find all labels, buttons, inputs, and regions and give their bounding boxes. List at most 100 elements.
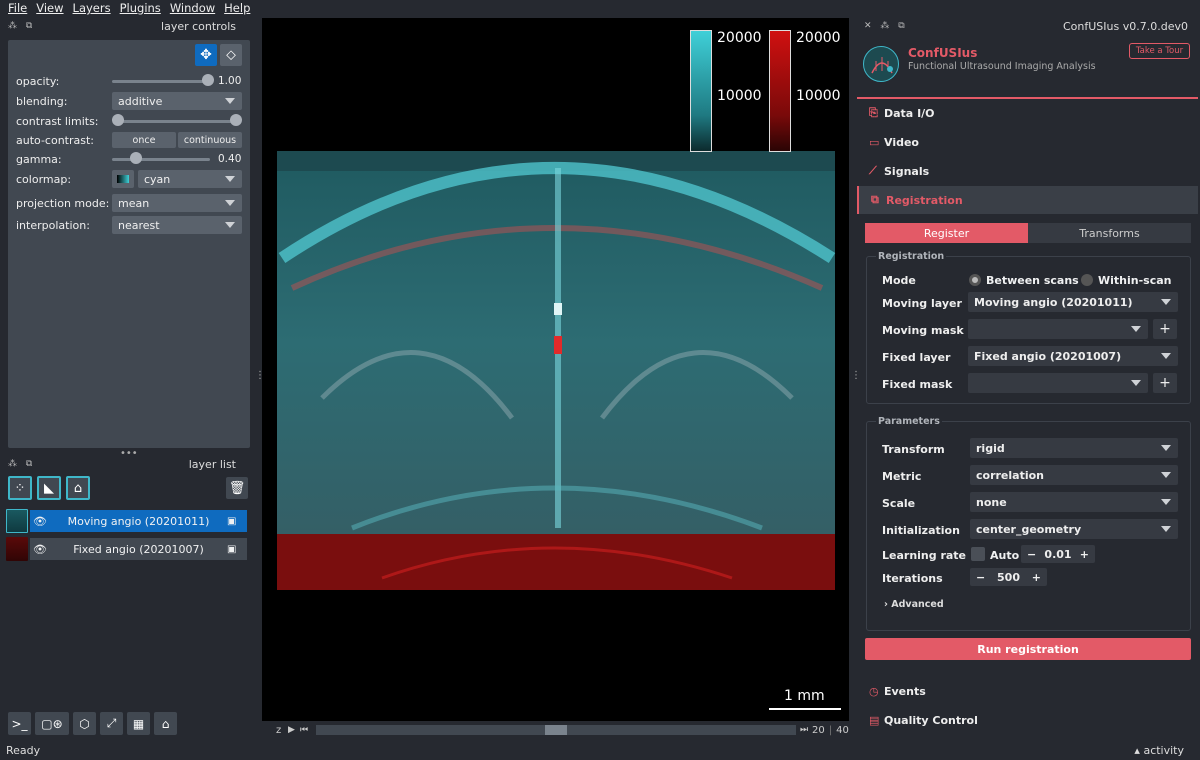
transform-icon[interactable]: ⬦ [220, 44, 242, 66]
activity-button[interactable]: ▴ activity [1134, 744, 1200, 757]
gamma-slider-handle[interactable] [130, 152, 142, 164]
decrement-icon[interactable]: − [976, 571, 985, 584]
run-registration-button[interactable]: Run registration [865, 638, 1191, 660]
learning-rate-label: Learning rate [882, 549, 967, 562]
plugin-dock-title: ConfUSIus v0.7.0.dev0 [1063, 19, 1188, 33]
advanced-toggle[interactable]: › Advanced [884, 599, 944, 610]
mode-between-radio[interactable] [969, 274, 981, 286]
new-points-layer-icon[interactable]: ⁘ [8, 476, 32, 500]
initialization-select[interactable]: center_geometry [970, 519, 1178, 539]
menu-view[interactable]: View [36, 1, 63, 15]
left-splitter-handle-icon[interactable]: ⋮ [255, 370, 265, 381]
nav-quality-control[interactable]: ▤ Quality Control [857, 706, 1198, 734]
new-labels-layer-icon[interactable]: ⌂ [66, 476, 90, 500]
grid-icon[interactable]: ▦ [127, 712, 150, 735]
image-layer-icon: ▣ [227, 543, 237, 555]
menu-help[interactable]: Help [224, 1, 250, 15]
transform-label: Transform [882, 443, 945, 456]
pan-zoom-icon[interactable]: ✥ [195, 44, 217, 66]
menu-file[interactable]: File [8, 1, 27, 15]
transpose-icon[interactable]: ⤢ [100, 712, 123, 735]
step-forward-icon[interactable]: ⏭ [800, 725, 812, 735]
nav-label: Registration [886, 193, 963, 207]
menu-bar: File View Layers Plugins Window Help [0, 0, 1200, 16]
opacity-slider-handle[interactable] [202, 74, 214, 86]
fixed-layer-select[interactable]: Fixed angio (20201007) [968, 346, 1178, 366]
events-icon: ◷ [869, 684, 879, 698]
ndisplay-icon[interactable]: ▢⊛ [35, 712, 69, 735]
confusius-logo [863, 46, 899, 82]
projection-select[interactable]: mean [112, 194, 242, 212]
tab-register[interactable]: Register [865, 223, 1028, 243]
increment-icon[interactable]: + [1080, 548, 1089, 561]
add-fixed-mask-button[interactable]: + [1153, 373, 1177, 393]
layer-controls-title: layer controls [161, 19, 236, 33]
iterations-value: 500 [997, 570, 1020, 584]
console-icon[interactable]: >_ [8, 712, 31, 735]
dims-slider[interactable] [316, 725, 796, 735]
menu-plugins[interactable]: Plugins [120, 1, 161, 15]
contrast-slider[interactable] [118, 120, 234, 123]
decrement-icon[interactable]: − [1027, 548, 1036, 561]
visibility-eye-icon[interactable]: 👁 [30, 538, 50, 560]
visibility-eye-icon[interactable]: 👁 [30, 510, 50, 532]
layer-thumbnail [6, 537, 28, 561]
mode-within-label: Within-scan [1098, 274, 1172, 287]
increment-icon[interactable]: + [1032, 571, 1041, 584]
nav-video[interactable]: ▭ Video [857, 128, 1198, 156]
autocontrast-continuous-button[interactable]: continuous [178, 132, 242, 148]
nav-signals[interactable]: ⟋ Signals [857, 157, 1198, 185]
metric-select[interactable]: correlation [970, 465, 1178, 485]
dock-float-icon[interactable]: ⁂ ⧉ [8, 21, 35, 31]
delete-layer-icon[interactable]: 🗑 [226, 477, 248, 499]
nav-data-io[interactable]: ⎘ Data I/O [857, 99, 1198, 127]
autocontrast-label: auto-contrast: [16, 134, 95, 147]
status-text: Ready [6, 743, 41, 757]
dims-value[interactable]: 20 [812, 725, 825, 736]
roll-dims-icon[interactable]: ⬡ [73, 712, 96, 735]
opacity-slider[interactable] [112, 80, 206, 83]
iterations-spinbox[interactable]: − 500 + [970, 568, 1047, 586]
nav-events[interactable]: ◷ Events [857, 677, 1198, 705]
nav-registration[interactable]: ⧉ Registration [857, 186, 1198, 214]
step-back-icon[interactable]: ⏮ [300, 725, 312, 735]
dock-close-float-icon[interactable]: ✕ ⁂ ⧉ [864, 21, 908, 31]
layer-item-fixed[interactable]: 👁 Fixed angio (20201007) ▣ [30, 538, 247, 560]
colorbar-red-mid: 10000 [796, 88, 841, 104]
moving-mask-select[interactable] [968, 319, 1148, 339]
tab-transforms[interactable]: Transforms [1028, 223, 1191, 243]
transform-select[interactable]: rigid [970, 438, 1178, 458]
auto-checkbox[interactable] [971, 547, 985, 561]
chevron-down-icon [1161, 299, 1171, 305]
moving-layer-select[interactable]: Moving angio (20201011) [968, 292, 1178, 312]
gamma-slider[interactable] [112, 158, 210, 161]
layer-item-moving[interactable]: 👁 Moving angio (20201011) ▣ [30, 510, 247, 532]
autocontrast-once-button[interactable]: once [112, 132, 176, 148]
menu-layers[interactable]: Layers [73, 1, 111, 15]
menu-window[interactable]: Window [170, 1, 215, 15]
fixed-mask-select[interactable] [968, 373, 1148, 393]
colormap-label: colormap: [16, 173, 72, 186]
play-icon[interactable]: ▶ [288, 725, 300, 735]
blending-select[interactable]: additive [112, 92, 242, 110]
colormap-select[interactable]: cyan [138, 170, 242, 188]
home-icon[interactable]: ⌂ [154, 712, 177, 735]
take-tour-button[interactable]: Take a Tour [1129, 43, 1190, 59]
chevron-down-icon [1161, 499, 1171, 505]
right-splitter-handle-icon[interactable]: ⋮ [851, 370, 861, 381]
dock-float-icon[interactable]: ⁂ ⧉ [8, 459, 35, 469]
add-moving-mask-button[interactable]: + [1153, 319, 1177, 339]
contrast-max-handle[interactable] [230, 114, 242, 126]
interpolation-select[interactable]: nearest [112, 216, 242, 234]
chevron-down-icon [225, 98, 235, 104]
scale-select[interactable]: none [970, 492, 1178, 512]
viewer-canvas[interactable]: 20000 10000 20000 10000 1 mm [262, 18, 849, 721]
contrast-min-handle[interactable] [112, 114, 124, 126]
new-shapes-layer-icon[interactable]: ◣ [37, 476, 61, 500]
moving-mask-label: Moving mask [882, 324, 964, 337]
dims-slider-handle[interactable] [545, 725, 567, 735]
learning-rate-spinbox[interactable]: − 0.01 + [1021, 545, 1095, 563]
moving-layer-label: Moving layer [882, 297, 962, 310]
plugin-subtitle: Functional Ultrasound Imaging Analysis [908, 61, 1096, 72]
mode-within-radio[interactable] [1081, 274, 1093, 286]
